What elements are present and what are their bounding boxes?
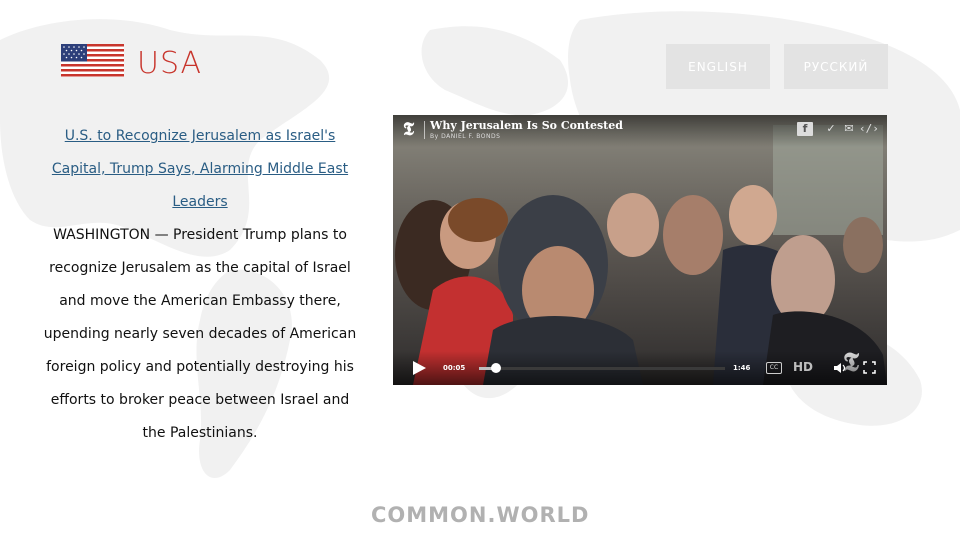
- article-body: WASHINGTON — President Trump plans to re…: [43, 227, 357, 441]
- video-controls: 00:05 1:46 CC HD: [393, 351, 887, 385]
- title-divider: [424, 121, 425, 139]
- volume-icon[interactable]: [833, 361, 847, 375]
- progress-track[interactable]: [479, 363, 725, 373]
- us-flag-icon: [61, 44, 124, 77]
- page: USA ENGLISH РУССКИЙ U.S. to Recognize Je…: [0, 0, 960, 540]
- video-title: Why Jerusalem Is So Contested: [430, 119, 623, 132]
- hd-quality-badge[interactable]: HD: [793, 360, 813, 374]
- nyt-logo-icon: 𝕿: [403, 119, 415, 140]
- video-frame: [393, 115, 887, 385]
- play-icon[interactable]: [413, 361, 426, 375]
- facebook-icon[interactable]: f: [797, 122, 813, 136]
- closed-captions-icon[interactable]: CC: [766, 362, 782, 374]
- language-english-button[interactable]: ENGLISH: [666, 44, 770, 89]
- article: U.S. to Recognize Jerusalem as Israel's …: [38, 120, 362, 450]
- duration: 1:46: [733, 364, 751, 372]
- article-headline-link[interactable]: U.S. to Recognize Jerusalem as Israel's …: [38, 120, 362, 219]
- video-byline: By DANIEL F. BONDS: [430, 133, 501, 140]
- video-title-bar: 𝕿 Why Jerusalem Is So Contested By DANIE…: [393, 115, 887, 147]
- progress-handle[interactable]: [491, 363, 502, 373]
- twitter-icon[interactable]: ✓: [823, 122, 839, 136]
- current-time: 00:05: [443, 364, 466, 372]
- common-world-logo: COMMON.WORLD: [371, 503, 590, 527]
- country-title: USA: [137, 46, 203, 81]
- fullscreen-icon[interactable]: [863, 361, 876, 374]
- video-player[interactable]: 𝕿 Why Jerusalem Is So Contested By DANIE…: [393, 115, 887, 385]
- language-russian-button[interactable]: РУССКИЙ: [784, 44, 888, 89]
- email-icon[interactable]: ✉: [841, 122, 857, 136]
- embed-icon[interactable]: ‹/›: [859, 122, 879, 136]
